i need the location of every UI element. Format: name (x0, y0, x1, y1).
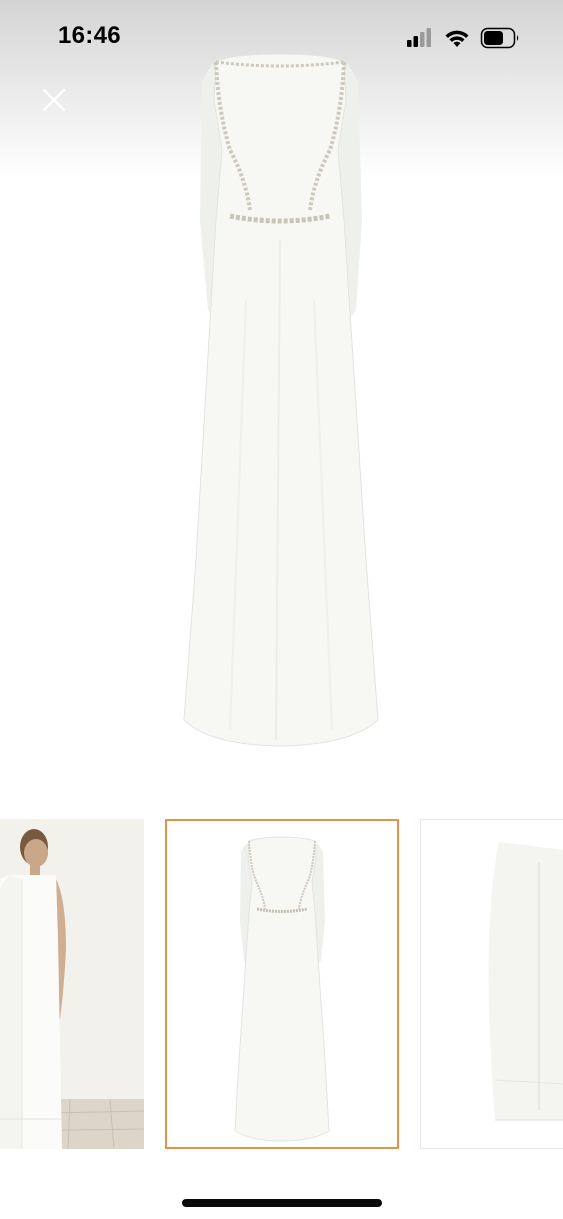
thumbnail-model-back[interactable] (0, 819, 144, 1149)
thumbnail-dress-front[interactable] (165, 819, 399, 1149)
status-bar: 16:46 (0, 0, 563, 76)
main-product-image[interactable] (150, 40, 410, 760)
thumbnail-dress-back-detail[interactable] (420, 819, 563, 1149)
close-button[interactable] (36, 82, 72, 118)
status-time: 16:46 (58, 22, 121, 49)
wifi-icon (445, 30, 469, 47)
home-indicator[interactable] (182, 1199, 382, 1207)
status-icons (407, 26, 527, 50)
close-icon (42, 88, 66, 112)
thumbnail-strip (0, 819, 563, 1149)
cellular-signal-icon (407, 28, 431, 47)
battery-icon (480, 27, 519, 49)
